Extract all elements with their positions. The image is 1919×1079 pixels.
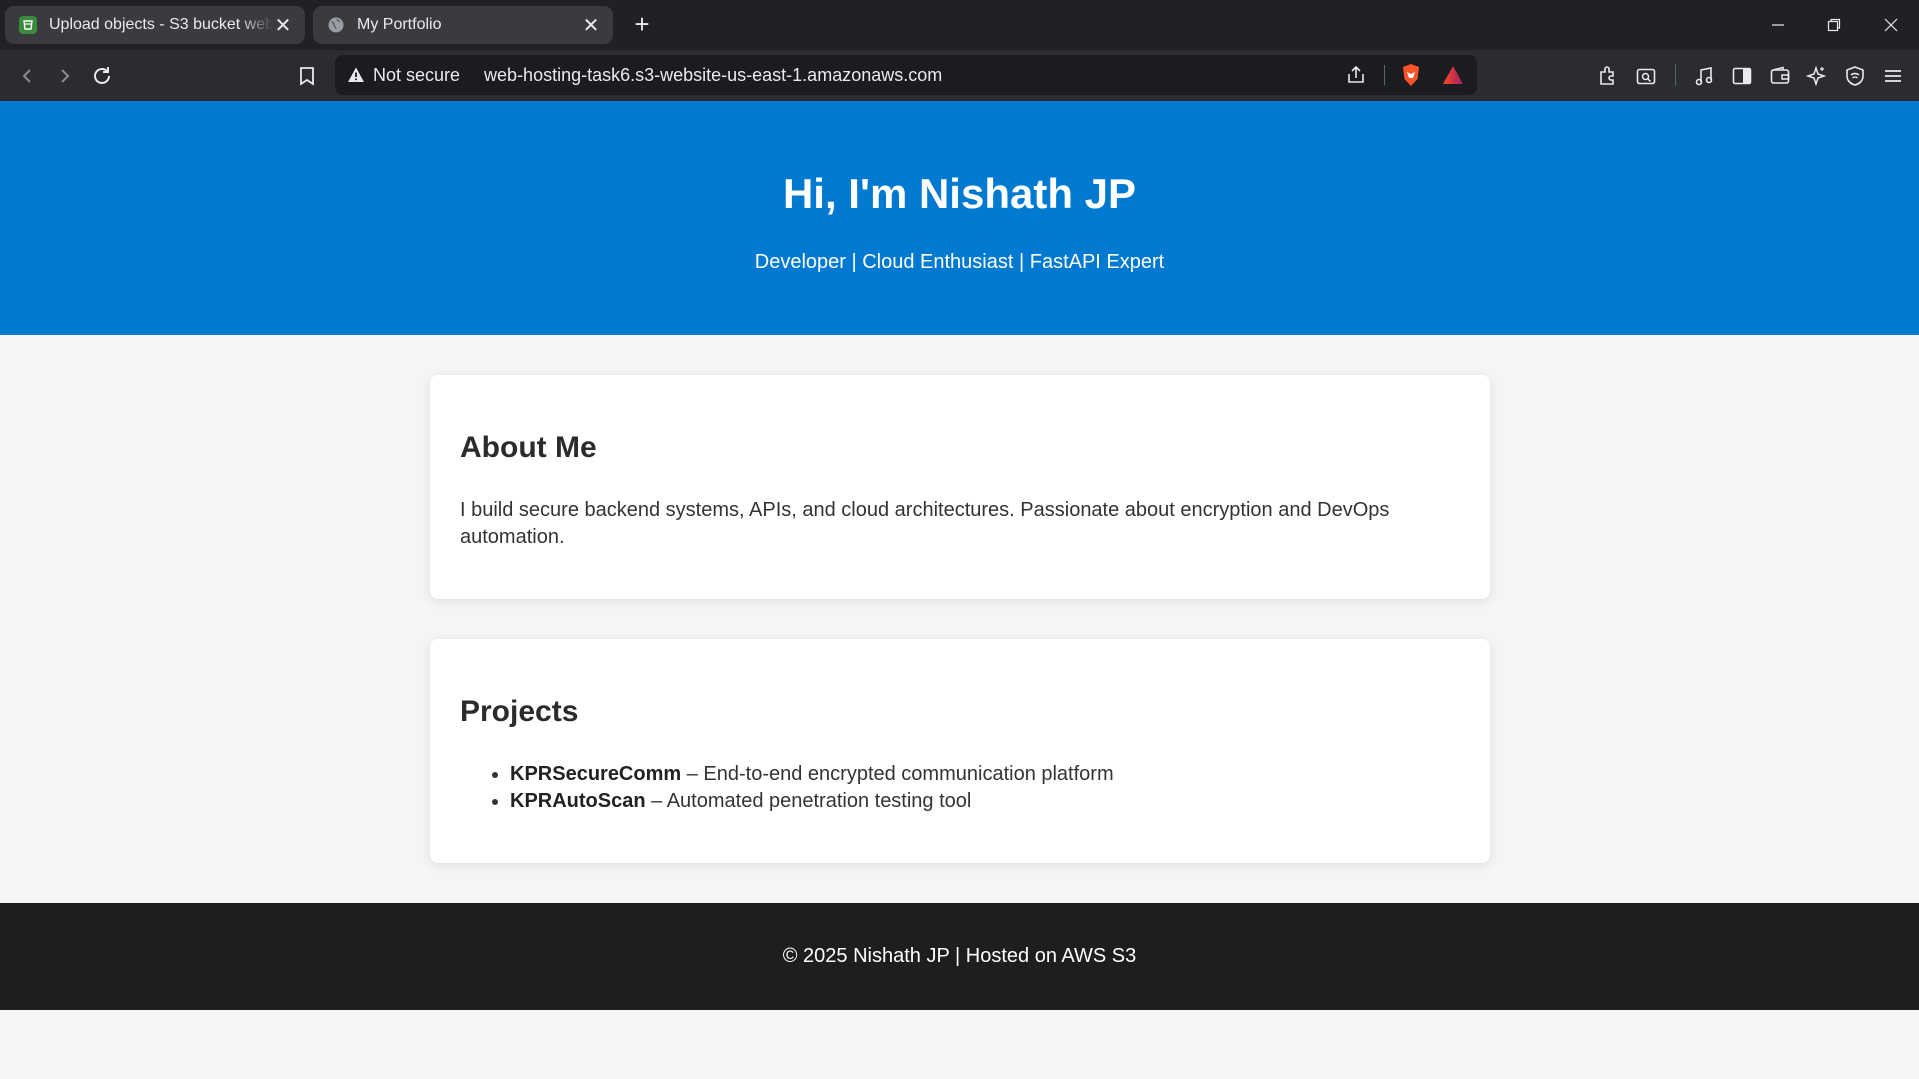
bookmark-icon[interactable] [291,60,323,92]
close-tab-icon[interactable]: ✕ [581,13,601,38]
tab-my-portfolio[interactable]: My Portfolio ✕ [313,6,613,44]
about-card: About Me I build secure backend systems,… [430,375,1490,599]
project-description: – End-to-end encrypted communication pla… [681,763,1114,785]
brave-shields-icon[interactable] [1400,63,1422,87]
about-text: I build secure backend systems, APIs, an… [460,499,1390,548]
close-tab-icon[interactable]: ✕ [273,13,293,38]
media-icon[interactable] [1690,62,1718,90]
back-icon[interactable] [12,60,44,92]
web-page: Hi, I'm Nishath JP Developer | Cloud Ent… [0,101,1919,1079]
hero-title: Hi, I'm Nishath JP [782,170,1137,217]
s3-bucket-icon [19,16,37,34]
page-footer: © 2025 Nishath JP | Hosted on AWS S3 [0,903,1919,1010]
forward-icon[interactable] [48,60,80,92]
project-name: KPRSecureComm [510,763,682,785]
tab-bar: Upload objects - S3 bucket web-hosting-t… [0,0,1919,50]
tab-upload-objects[interactable]: Upload objects - S3 bucket web-hosting-t… [5,6,305,44]
new-tab-button[interactable]: + [628,10,656,38]
list-item: KPRAutoScan – Automated penetration test… [510,788,1114,815]
wallet-icon[interactable] [1766,62,1794,90]
project-name: KPRAutoScan [510,790,646,812]
extensions-icon[interactable] [1594,62,1622,90]
address-bar[interactable]: Not secure web-hosting-task6.s3-website-… [335,55,1477,95]
minimize-icon[interactable] [1750,0,1806,50]
close-window-icon[interactable] [1863,0,1919,50]
leo-ai-icon[interactable] [1802,62,1830,90]
list-item: KPRSecureComm – End-to-end encrypted com… [510,761,1114,788]
hero-subtitle: Developer | Cloud Enthusiast | FastAPI E… [754,251,1165,273]
warning-icon[interactable] [347,66,365,84]
menu-icon[interactable] [1879,62,1907,90]
about-heading: About Me [460,431,597,464]
tab-search-icon[interactable] [1632,62,1660,90]
brave-rewards-icon[interactable] [1441,63,1465,87]
restore-icon[interactable] [1806,0,1862,50]
projects-card: Projects KPRSecureComm – End-to-end encr… [430,639,1490,863]
projects-list: KPRSecureComm – End-to-end encrypted com… [510,761,1114,815]
divider [1384,65,1385,85]
projects-heading: Projects [460,695,579,728]
project-description: – Automated penetration testing tool [645,790,972,812]
sidebar-icon[interactable] [1728,62,1756,90]
tab-title: Upload objects - S3 bucket web-hosting-t… [49,16,273,33]
hero-header: Hi, I'm Nishath JP Developer | Cloud Ent… [0,101,1919,335]
tab-title: My Portfolio [357,16,442,33]
globe-icon [327,16,345,34]
url-text[interactable]: web-hosting-task6.s3-website-us-east-1.a… [484,65,942,86]
security-status[interactable]: Not secure [373,65,460,86]
vpn-shield-icon[interactable] [1841,62,1869,90]
reload-icon[interactable] [86,60,118,92]
browser-toolbar: Not secure web-hosting-task6.s3-website-… [0,50,1919,101]
divider [1675,64,1676,86]
share-icon[interactable] [1345,63,1367,87]
